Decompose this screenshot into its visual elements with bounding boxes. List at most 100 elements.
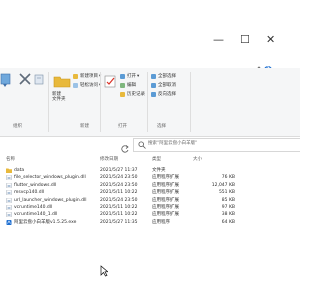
file-size: 64 KB — [221, 219, 235, 225]
folder-icon — [6, 168, 12, 173]
file-type: 文件夹 — [152, 168, 166, 173]
history-button[interactable]: 历史记录 — [120, 91, 145, 98]
open-button[interactable]: 打开 ▾ — [120, 73, 139, 80]
help-button[interactable]: ? — [264, 56, 272, 74]
file-type: 应用程序 — [152, 219, 170, 225]
dll-icon — [6, 197, 12, 203]
search-box[interactable]: 搜索"阿里云盘小白羊版" — [133, 138, 300, 152]
edit-icon — [120, 83, 125, 88]
file-row[interactable]: file_selector_windows_plugin.dll 2021/5/2… — [0, 174, 300, 181]
properties-button[interactable] — [104, 74, 118, 96]
file-row[interactable]: flutter_windows.dll 2021/5/24 23:50 应用程序扩展… — [0, 182, 300, 189]
file-row[interactable]: vcruntime140_1.dll 2021/5/11 10:22 应用程序扩展 3… — [0, 211, 300, 218]
file-date: 2021/5/24 23:50 — [100, 182, 138, 188]
app-icon — [6, 219, 12, 225]
group-label-open: 打开 — [118, 124, 127, 129]
ribbon-divider — [100, 72, 101, 132]
select-none-label: 全部取消 — [158, 83, 176, 88]
file-date: 2021/5/24 23:50 — [100, 175, 138, 181]
file-size: 76 KB — [221, 175, 235, 181]
file-name: data — [14, 168, 25, 173]
file-row[interactable]: vcruntime140.dll 2021/5/11 10:22 应用程序扩展 97 … — [0, 204, 300, 211]
rename-button[interactable] — [34, 72, 44, 94]
column-header-name[interactable]: 名称 — [6, 157, 15, 163]
invert-selection-button[interactable]: 反向选择 — [151, 91, 176, 98]
dll-icon — [6, 182, 12, 188]
mouse-cursor-icon — [100, 262, 109, 281]
history-label: 历史记录 — [127, 92, 145, 97]
new-folder-label: 新建 文件夹 — [52, 92, 66, 102]
rename-icon — [34, 74, 44, 85]
refresh-button[interactable] — [120, 139, 130, 153]
file-type: 应用程序扩展 — [152, 175, 179, 181]
close-button[interactable]: ✕ — [266, 34, 275, 46]
ribbon-divider — [48, 72, 49, 132]
file-date: 2021/5/11 10:22 — [100, 190, 138, 196]
file-type: 应用程序扩展 — [152, 197, 179, 203]
file-name: url_launcher_windows_plugin.dll — [14, 197, 87, 203]
new-item-button[interactable]: 新建项目 ▾ — [73, 73, 101, 80]
file-row[interactable]: data 2021/5/27 11:37 文件夹 — [0, 167, 300, 174]
new-item-icon — [73, 74, 78, 79]
file-name: 阿里云盘小白羊版v1.5.25.exe — [14, 219, 77, 225]
file-size: 97 KB — [221, 205, 235, 210]
delete-button[interactable] — [18, 72, 32, 94]
minimize-button[interactable]: — — [213, 34, 224, 46]
file-name: file_selector_windows_plugin.dll — [14, 175, 86, 181]
file-size: 551 KB — [218, 190, 235, 196]
invert-selection-icon — [151, 92, 156, 97]
file-explorer-window: — ☐ ✕ ? 组织 — [0, 30, 300, 237]
easy-access-label: 轻松访问 — [80, 83, 98, 88]
file-size: 12,047 KB — [211, 182, 235, 188]
file-row[interactable]: msvcp140.dll 2021/5/11 10:22 应用程序扩展 551 KB — [0, 189, 300, 196]
delete-x-icon — [19, 73, 31, 85]
group-label-organize: 组织 — [13, 124, 22, 129]
column-header-date[interactable]: 修改日期 — [100, 157, 118, 163]
file-name: vcruntime140.dll — [14, 205, 53, 210]
column-header-type[interactable]: 类型 — [152, 157, 161, 163]
copy-to-button[interactable] — [0, 72, 13, 94]
select-all-icon — [151, 74, 156, 79]
edit-button[interactable]: 编辑 — [120, 82, 136, 89]
file-name: flutter_windows.dll — [14, 182, 57, 188]
dll-icon — [6, 205, 12, 210]
history-icon — [120, 92, 125, 97]
dropdown-arrow-icon: ▾ — [137, 74, 140, 79]
file-type: 应用程序扩展 — [152, 205, 179, 210]
dll-icon — [6, 190, 12, 196]
maximize-button[interactable]: ☐ — [240, 34, 250, 46]
refresh-icon — [121, 145, 129, 153]
open-icon — [120, 74, 125, 79]
search-placeholder: 搜索"阿里云盘小白羊版" — [148, 141, 198, 146]
file-row[interactable]: 阿里云盘小白羊版v1.5.25.exe 2021/5/27 11:35 应用程序 64… — [0, 219, 300, 226]
select-none-button[interactable]: 全部取消 — [151, 82, 176, 89]
invert-selection-label: 反向选择 — [158, 92, 176, 97]
file-type: 应用程序扩展 — [152, 212, 179, 218]
easy-access-button[interactable]: 轻松访问 ▾ — [73, 82, 101, 89]
file-date: 2021/5/11 10:22 — [100, 212, 138, 218]
ribbon-collapse-button[interactable] — [255, 58, 263, 71]
group-label-new: 新建 — [80, 124, 89, 129]
group-label-select: 选择 — [157, 124, 166, 129]
file-date: 2021/5/11 10:22 — [100, 205, 138, 210]
ribbon-divider — [147, 72, 148, 132]
new-folder-icon — [53, 76, 71, 88]
file-row[interactable]: url_launcher_windows_plugin.dll 2021/5/24… — [0, 197, 300, 204]
ribbon: 组织 新建 文件夹 新建项目 ▾ 轻松访问 ▾ 新建 — [0, 68, 300, 137]
select-all-label: 全部选择 — [158, 74, 176, 79]
select-all-button[interactable]: 全部选择 — [151, 73, 176, 80]
file-name: vcruntime140_1.dll — [14, 212, 58, 218]
dll-icon — [6, 175, 12, 181]
new-item-label: 新建项目 — [80, 74, 98, 79]
title-bar: — ☐ ✕ — [0, 30, 300, 54]
ribbon-divider — [190, 72, 191, 132]
file-date: 2021/5/27 11:37 — [100, 168, 138, 173]
file-date: 2021/5/24 23:50 — [100, 197, 138, 203]
dll-icon — [6, 212, 12, 218]
file-name: msvcp140.dll — [14, 190, 45, 196]
edit-label: 编辑 — [127, 83, 136, 88]
file-size: 38 KB — [221, 212, 235, 218]
column-header-size[interactable]: 大小 — [193, 157, 202, 163]
new-folder-button[interactable]: 新建 文件夹 — [52, 74, 72, 120]
file-type: 应用程序扩展 — [152, 190, 179, 196]
